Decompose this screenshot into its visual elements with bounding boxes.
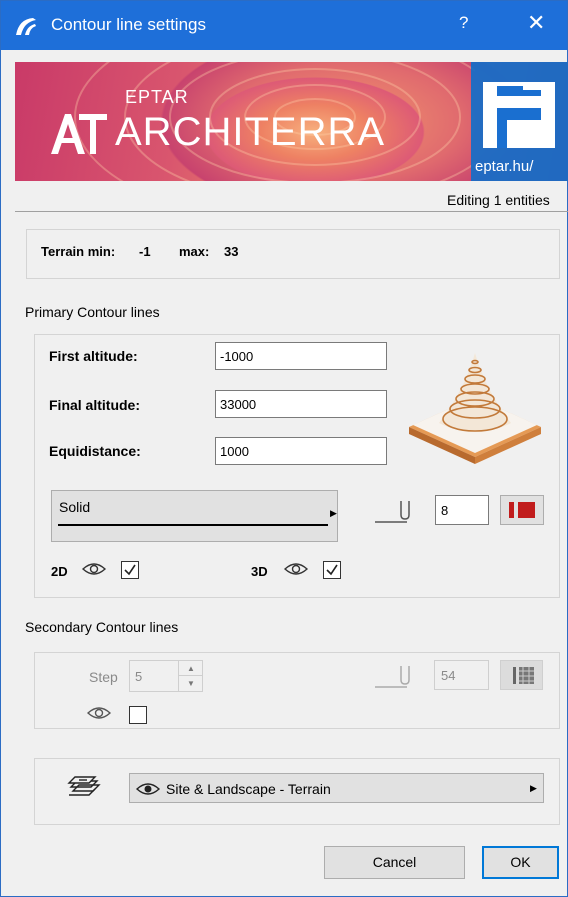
contour-cone-icon xyxy=(409,353,541,464)
archicad-app-icon xyxy=(16,18,36,35)
secondary-pen-color-button[interactable] xyxy=(500,660,543,690)
equidistance-input[interactable]: 1000 xyxy=(215,437,387,465)
dialog-window: Contour line settings ? ✕ EPTAR ARCHITER… xyxy=(0,0,568,897)
pen-color-swatch xyxy=(509,502,514,518)
secondary-contour-group: Step 5 ▲ ▼ 54 xyxy=(34,652,560,729)
first-altitude-input[interactable]: -1000 xyxy=(215,342,387,370)
step-stepper[interactable]: 5 ▲ ▼ xyxy=(129,660,203,692)
title-bar[interactable]: Contour line settings ? ✕ xyxy=(1,1,567,50)
final-altitude-label: Final altitude: xyxy=(49,397,140,413)
eye-icon xyxy=(136,783,160,795)
help-button[interactable]: ? xyxy=(459,13,468,33)
terrain-max-label: max: xyxy=(179,244,210,259)
step-down-arrow-icon[interactable]: ▼ xyxy=(178,676,203,691)
layer-name: Site & Landscape - Terrain xyxy=(166,781,331,797)
banner-domain: eptar.hu/ xyxy=(475,158,534,175)
line-type-name: Solid xyxy=(59,499,91,515)
primary-contour-group: First altitude: -1000 Final altitude: 33… xyxy=(34,334,560,598)
eptar-e-logo-icon xyxy=(483,82,555,148)
cancel-button[interactable]: Cancel xyxy=(324,846,465,879)
line-type-selector[interactable]: Solid ▶ xyxy=(51,490,338,542)
step-label: Step xyxy=(89,669,118,685)
terrain-info-box: Terrain min: -1 max: 33 xyxy=(26,229,560,279)
pen-color-button[interactable] xyxy=(500,495,544,525)
submenu-arrow-icon: ▶ xyxy=(330,508,337,518)
ok-button[interactable]: OK xyxy=(482,846,559,879)
first-altitude-label: First altitude: xyxy=(49,348,138,364)
editing-status: Editing 1 entities xyxy=(447,192,550,208)
show-3d-checkbox[interactable] xyxy=(323,561,341,579)
terrain-max-value: 33 xyxy=(224,244,239,259)
step-up-arrow-icon[interactable]: ▲ xyxy=(178,661,203,676)
primary-section-title: Primary Contour lines xyxy=(25,304,160,320)
at-logo-icon xyxy=(51,114,107,154)
checkmark-icon xyxy=(124,564,136,576)
step-value: 5 xyxy=(135,669,143,684)
eye-icon xyxy=(87,707,111,719)
equidistance-label: Equidistance: xyxy=(49,443,141,459)
hatch-pattern-icon xyxy=(513,667,534,684)
layer-group: Site & Landscape - Terrain ▶ xyxy=(34,758,560,825)
brand-large-text: ARCHITERRA xyxy=(115,110,386,154)
pen-number-input[interactable]: 8 xyxy=(435,495,489,525)
secondary-section-title: Secondary Contour lines xyxy=(25,619,179,635)
line-type-preview xyxy=(58,524,328,526)
terrain-min-label: Terrain min: xyxy=(41,244,116,259)
show-secondary-checkbox[interactable] xyxy=(129,706,147,724)
secondary-pen-input[interactable]: 54 xyxy=(434,660,489,690)
pen-icon xyxy=(375,501,410,523)
show-2d-checkbox[interactable] xyxy=(121,561,139,579)
brand-small-text: EPTAR xyxy=(125,87,189,107)
label-3d: 3D xyxy=(251,564,268,579)
architerra-banner: EPTAR ARCHITERRA eptar.hu/ xyxy=(15,62,568,181)
layer-selector[interactable]: Site & Landscape - Terrain ▶ xyxy=(129,773,544,803)
pen-icon xyxy=(375,666,410,688)
terrain-min-value: -1 xyxy=(139,244,151,259)
final-altitude-input[interactable]: 33000 xyxy=(215,390,387,418)
close-button[interactable]: ✕ xyxy=(527,10,545,36)
checkmark-icon xyxy=(326,564,338,576)
layers-icon xyxy=(67,776,101,796)
eye-icon xyxy=(284,563,308,575)
pen-color-swatch-main xyxy=(518,502,535,518)
submenu-arrow-icon: ▶ xyxy=(530,783,537,793)
eye-icon xyxy=(82,563,106,575)
label-2d: 2D xyxy=(51,564,68,579)
window-title: Contour line settings xyxy=(51,15,206,34)
divider xyxy=(15,211,568,212)
